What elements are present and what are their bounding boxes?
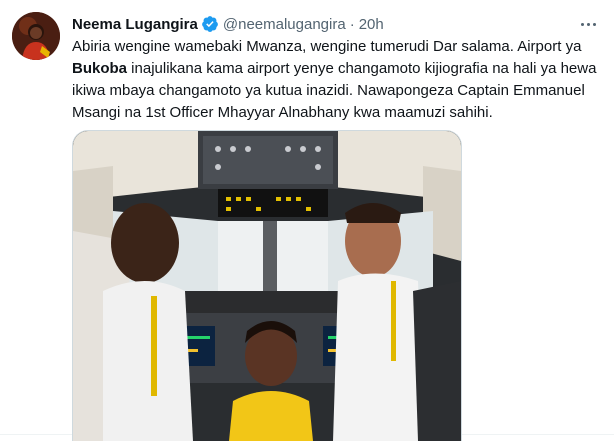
separator-dot: ·	[349, 15, 355, 33]
tweet-text-part1: Abiria wengine wamebaki Mwanza, wengine …	[72, 38, 582, 55]
more-dot	[592, 22, 596, 26]
tweet-text-part2: inajulikana kama airport yenye changamot…	[72, 60, 597, 121]
more-dot	[580, 22, 584, 26]
display-name[interactable]: Neema Lugangira	[72, 16, 198, 33]
tweet[interactable]: Neema Lugangira @neemalugangira · 20h Ab…	[0, 0, 614, 441]
avatar[interactable]	[12, 12, 60, 60]
tweet-media-photo[interactable]	[72, 130, 462, 441]
handle[interactable]: @neemalugangira	[223, 16, 346, 33]
tweet-header: Neema Lugangira @neemalugangira · 20h	[72, 14, 384, 34]
more-dot	[586, 22, 590, 26]
verified-badge-icon	[201, 15, 219, 33]
cockpit-photo	[73, 131, 461, 441]
timestamp[interactable]: 20h	[359, 16, 384, 33]
tweet-text-bold: Bukoba	[72, 60, 128, 77]
avatar-image	[12, 12, 60, 60]
more-options-icon[interactable]	[576, 12, 600, 36]
tweet-text: Abiria wengine wamebaki Mwanza, wengine …	[72, 36, 602, 124]
